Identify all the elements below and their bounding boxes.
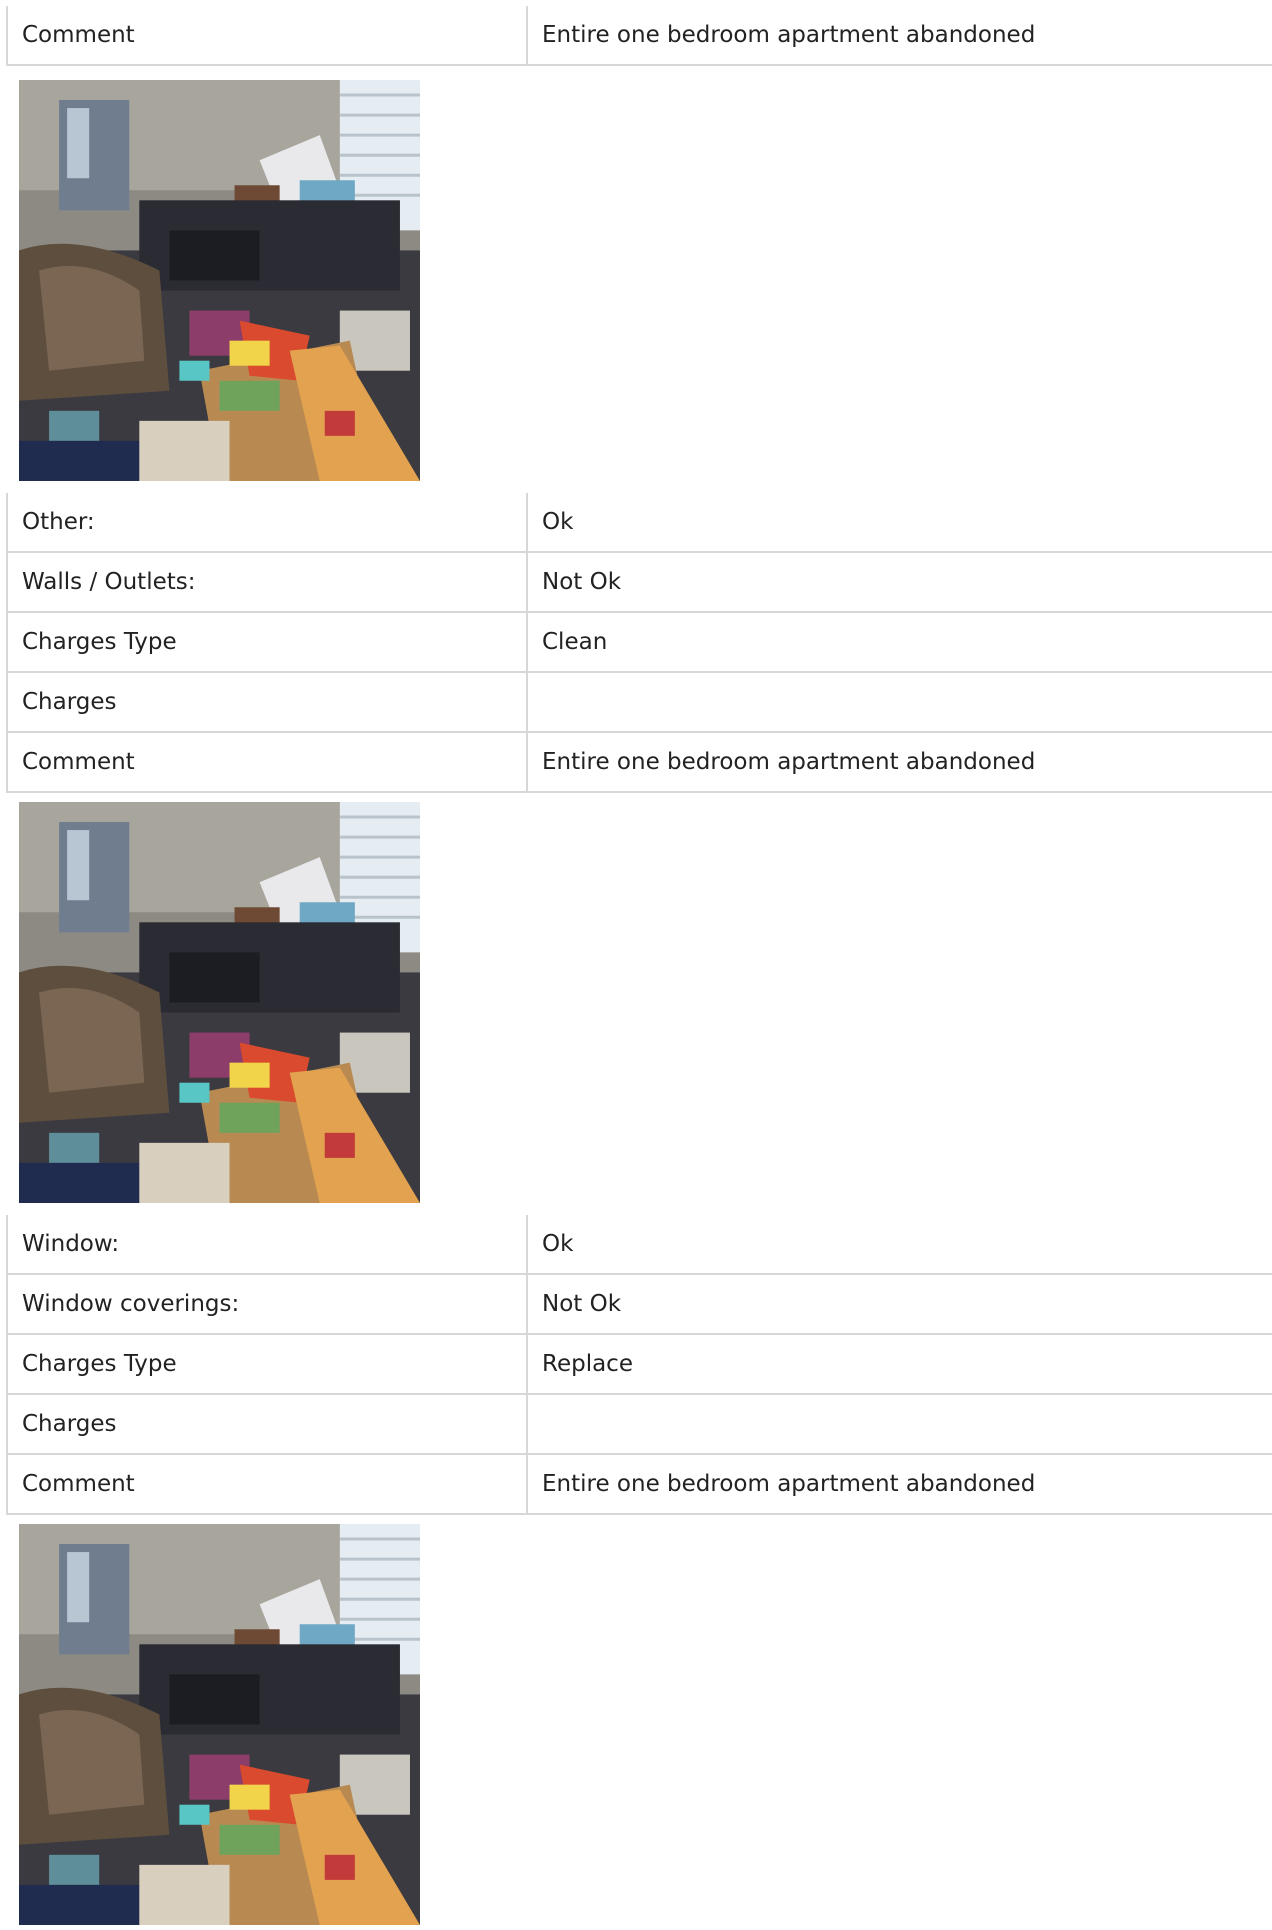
- room-photo[interactable]: [19, 1524, 420, 1925]
- room-photo[interactable]: [19, 802, 420, 1203]
- table-row: Comment Entire one bedroom apartment aba…: [6, 732, 1272, 793]
- row-label: Comment: [6, 1454, 528, 1515]
- inspection-report: Comment Entire one bedroom apartment aba…: [0, 0, 1272, 1930]
- row-label: Comment: [6, 732, 528, 793]
- room-photo-image: [19, 80, 420, 481]
- row-value: [527, 1394, 1272, 1455]
- inspection-table: Window: Ok Window coverings: Not Ok Char…: [6, 1215, 1272, 1515]
- room-photo[interactable]: [19, 80, 420, 481]
- row-value: Entire one bedroom apartment abandoned: [527, 732, 1272, 793]
- table-row: Charges Type Clean: [6, 612, 1272, 673]
- room-photo-image: [19, 802, 420, 1203]
- row-label: Comment: [6, 6, 528, 66]
- row-label: Charges Type: [6, 1334, 528, 1395]
- table-row: Charges Type Replace: [6, 1334, 1272, 1395]
- row-value: Entire one bedroom apartment abandoned: [527, 1454, 1272, 1515]
- row-value: [527, 672, 1272, 733]
- table-row: Window: Ok: [6, 1215, 1272, 1275]
- inspection-table: Other: Ok Walls / Outlets: Not Ok Charge…: [6, 493, 1272, 793]
- row-value: Not Ok: [527, 552, 1272, 613]
- row-label: Charges: [6, 1394, 528, 1455]
- row-label: Window:: [6, 1215, 528, 1275]
- row-value: Clean: [527, 612, 1272, 673]
- row-value: Replace: [527, 1334, 1272, 1395]
- row-value: Ok: [527, 1215, 1272, 1275]
- table-row: Other: Ok: [6, 493, 1272, 553]
- table-row: Comment Entire one bedroom apartment aba…: [6, 1454, 1272, 1515]
- row-label: Charges: [6, 672, 528, 733]
- table-row: Charges: [6, 1394, 1272, 1455]
- row-value: Not Ok: [527, 1274, 1272, 1335]
- table-row: Window coverings: Not Ok: [6, 1274, 1272, 1335]
- row-label: Walls / Outlets:: [6, 552, 528, 613]
- row-value: Entire one bedroom apartment abandoned: [527, 6, 1272, 66]
- row-label: Other:: [6, 493, 528, 553]
- room-photo-image: [19, 1524, 420, 1925]
- row-label: Charges Type: [6, 612, 528, 673]
- row-value: Ok: [527, 493, 1272, 553]
- table-row: Charges: [6, 672, 1272, 733]
- row-label: Window coverings:: [6, 1274, 528, 1335]
- inspection-table: Comment Entire one bedroom apartment aba…: [6, 6, 1272, 66]
- table-row: Comment Entire one bedroom apartment aba…: [6, 6, 1272, 66]
- table-row: Walls / Outlets: Not Ok: [6, 552, 1272, 613]
